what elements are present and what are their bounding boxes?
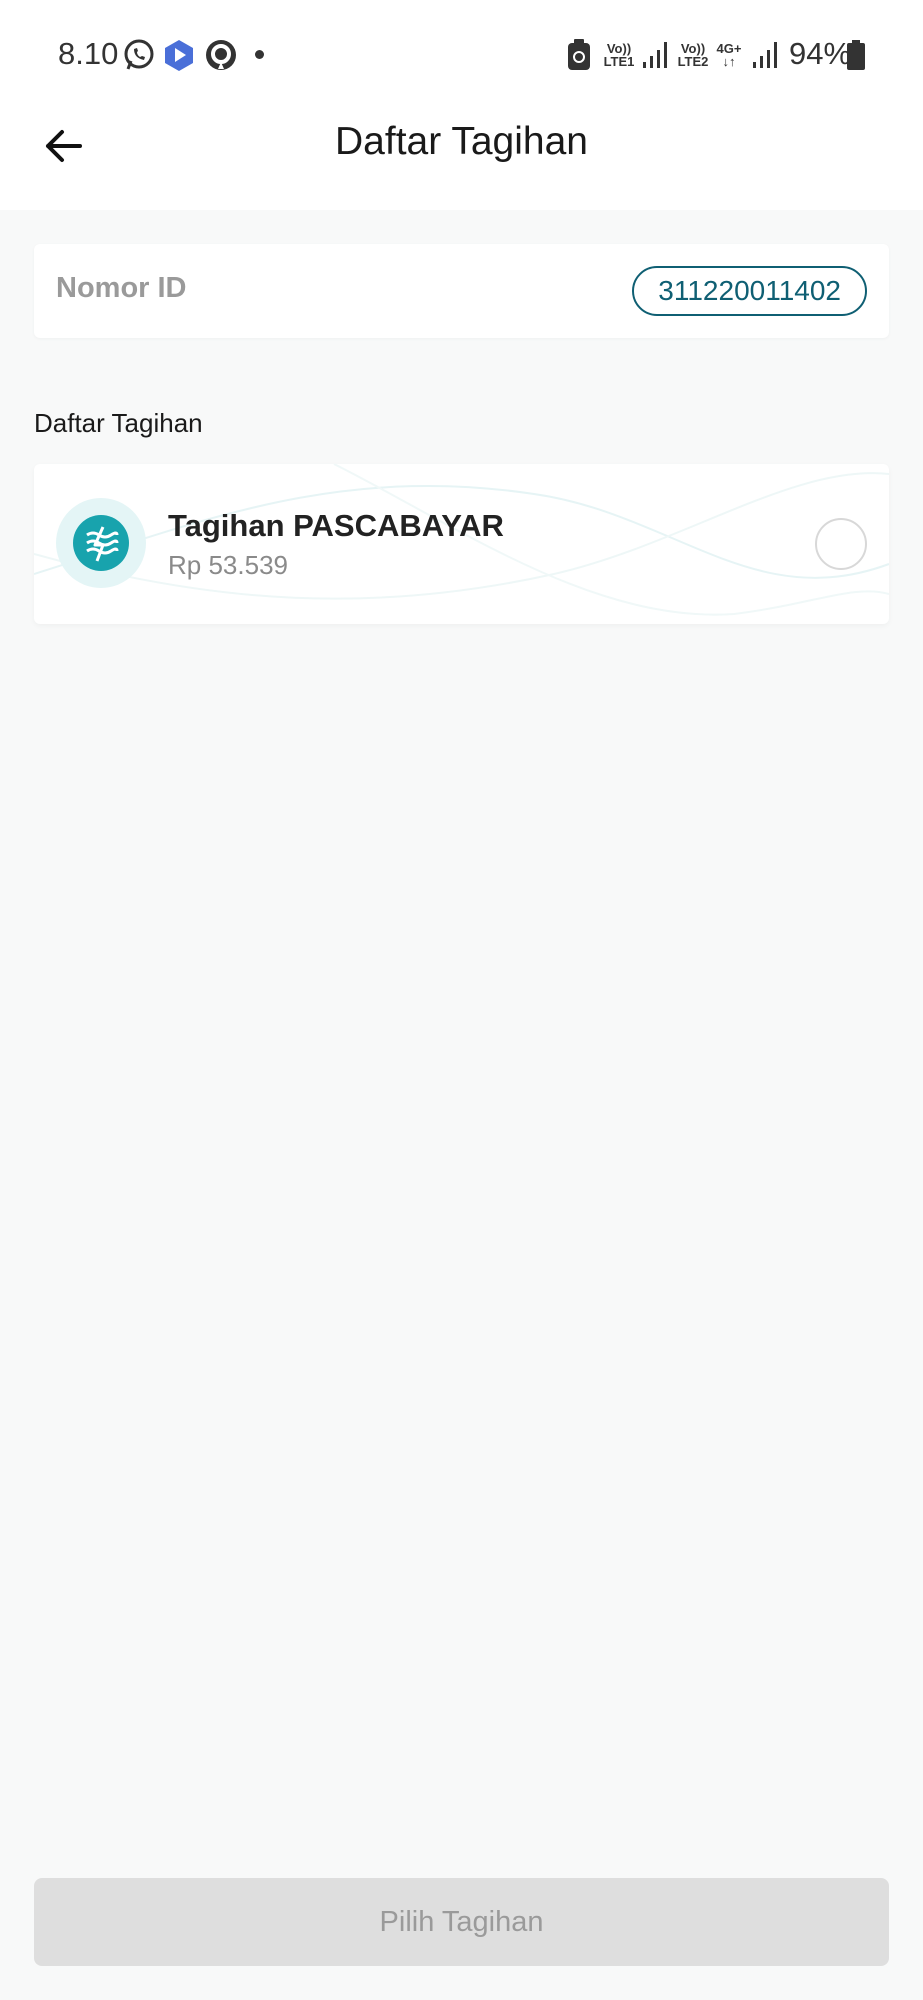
header-area: 8.10 Vo)) LTE1 Vo)) LTE2 4G+ ↓↑ 94% Daft…	[0, 0, 923, 210]
decorative-waves	[34, 464, 889, 616]
battery-saver-icon	[568, 39, 590, 70]
bill-list-heading: Daftar Tagihan	[34, 408, 203, 438]
sim2-volte-label: Vo)) LTE2	[677, 41, 709, 69]
status-bar: 8.10 Vo)) LTE1 Vo)) LTE2 4G+ ↓↑ 94%	[0, 0, 923, 110]
app-notification-icon	[165, 40, 193, 71]
bill-item[interactable]: Tagihan PASCABAYAR Rp 53.539	[34, 464, 889, 624]
bill-select-radio[interactable]	[815, 518, 867, 570]
id-number-badge: 311220011402	[632, 266, 867, 316]
bill-name: Tagihan PASCABAYAR	[168, 508, 504, 543]
id-number-card: Nomor ID 311220011402	[34, 244, 889, 338]
status-time: 8.10	[58, 36, 119, 71]
network-type-label: 4G+ ↓↑	[716, 41, 742, 69]
more-notifications-dot	[255, 50, 264, 59]
id-label: Nomor ID	[56, 272, 187, 304]
select-bill-button[interactable]: Pilih Tagihan	[34, 1878, 889, 1966]
whatsapp-icon	[124, 39, 154, 70]
page-title: Daftar Tagihan	[335, 120, 588, 163]
signal-sim1-icon	[643, 42, 667, 68]
location-app-icon	[206, 40, 236, 70]
battery-percentage: 94%	[789, 36, 852, 71]
battery-icon	[847, 40, 865, 70]
pln-logo-icon	[56, 498, 146, 588]
signal-sim2-icon	[753, 42, 777, 68]
bill-amount: Rp 53.539	[168, 550, 288, 580]
sim1-volte-label: Vo)) LTE1	[603, 41, 635, 69]
